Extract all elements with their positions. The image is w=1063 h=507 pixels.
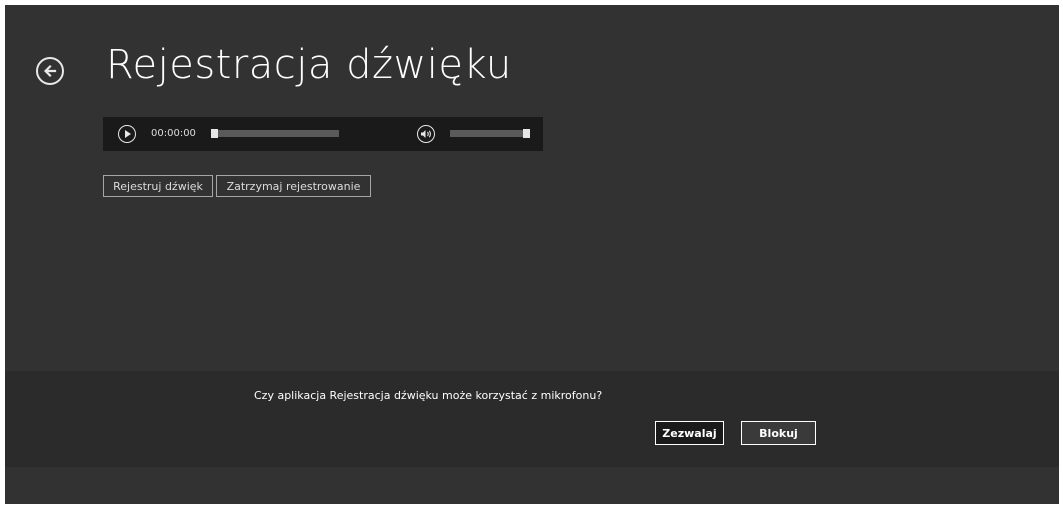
volume-slider[interactable] — [450, 129, 530, 138]
play-button[interactable] — [118, 125, 136, 143]
block-button[interactable]: Blokuj — [741, 421, 816, 445]
app-window: Rejestracja dźwięku 00:00:00 Rejestruj d… — [5, 5, 1059, 504]
dialog-message: Czy aplikacja Rejestracja dźwięku może k… — [254, 389, 603, 402]
record-button[interactable]: Rejestruj dźwięk — [103, 175, 213, 197]
volume-slider-fill — [450, 130, 523, 137]
time-display: 00:00:00 — [151, 128, 196, 139]
allow-button[interactable]: Zezwalaj — [655, 421, 724, 445]
volume-icon — [421, 130, 431, 138]
stop-recording-button[interactable]: Zatrzymaj rejestrowanie — [216, 175, 371, 197]
volume-button[interactable] — [417, 125, 435, 143]
seek-slider-thumb[interactable] — [211, 129, 218, 138]
permission-dialog: Czy aplikacja Rejestracja dźwięku może k… — [5, 371, 1059, 467]
volume-slider-thumb[interactable] — [523, 129, 530, 138]
seek-slider[interactable] — [211, 129, 339, 138]
page-title: Rejestracja dźwięku — [106, 42, 512, 88]
back-button[interactable] — [36, 57, 64, 85]
back-arrow-icon — [43, 64, 57, 78]
audio-player: 00:00:00 — [103, 117, 543, 151]
play-icon — [125, 130, 131, 138]
